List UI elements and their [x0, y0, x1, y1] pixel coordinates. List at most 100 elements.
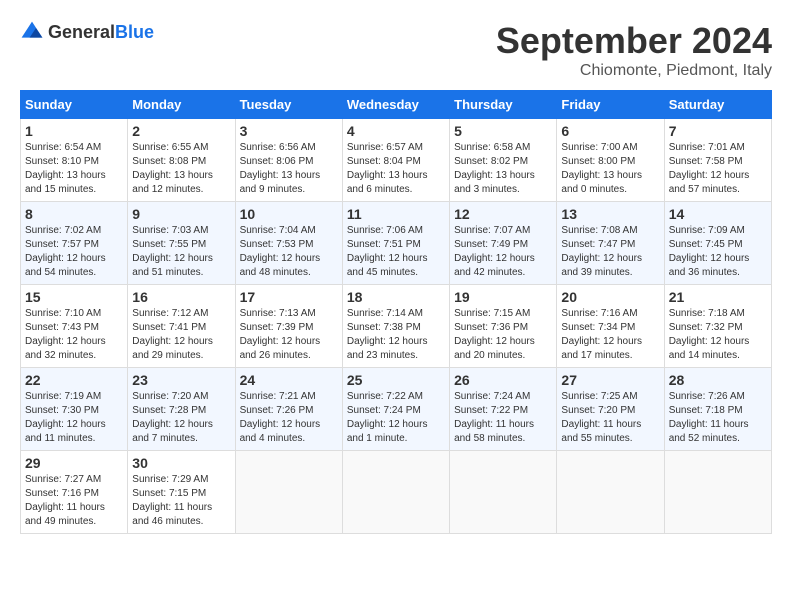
day-number: 11 — [347, 206, 445, 222]
calendar-day-cell: 9 Sunrise: 7:03 AM Sunset: 7:55 PM Daylig… — [128, 202, 235, 285]
calendar-week-row: 15 Sunrise: 7:10 AM Sunset: 7:43 PM Dayli… — [21, 285, 772, 368]
day-number: 24 — [240, 372, 338, 388]
day-number: 3 — [240, 123, 338, 139]
column-header-thursday: Thursday — [450, 91, 557, 119]
day-info: Sunrise: 7:19 AM Sunset: 7:30 PM Dayligh… — [25, 390, 123, 446]
day-info: Sunrise: 7:10 AM Sunset: 7:43 PM Dayligh… — [25, 307, 123, 363]
calendar-day-cell — [450, 451, 557, 534]
calendar-table: SundayMondayTuesdayWednesdayThursdayFrid… — [20, 90, 772, 534]
day-info: Sunrise: 6:57 AM Sunset: 8:04 PM Dayligh… — [347, 141, 445, 197]
day-info: Sunrise: 7:09 AM Sunset: 7:45 PM Dayligh… — [669, 224, 767, 280]
day-info: Sunrise: 6:56 AM Sunset: 8:06 PM Dayligh… — [240, 141, 338, 197]
calendar-day-cell: 24 Sunrise: 7:21 AM Sunset: 7:26 PM Dayli… — [235, 368, 342, 451]
calendar-day-cell: 30 Sunrise: 7:29 AM Sunset: 7:15 PM Dayli… — [128, 451, 235, 534]
day-number: 8 — [25, 206, 123, 222]
day-info: Sunrise: 7:26 AM Sunset: 7:18 PM Dayligh… — [669, 390, 767, 446]
calendar-day-cell: 14 Sunrise: 7:09 AM Sunset: 7:45 PM Dayli… — [664, 202, 771, 285]
calendar-day-cell: 5 Sunrise: 6:58 AM Sunset: 8:02 PM Daylig… — [450, 119, 557, 202]
day-info: Sunrise: 7:20 AM Sunset: 7:28 PM Dayligh… — [132, 390, 230, 446]
day-number: 18 — [347, 289, 445, 305]
location-title: Chiomonte, Piedmont, Italy — [496, 62, 772, 80]
calendar-day-cell: 18 Sunrise: 7:14 AM Sunset: 7:38 PM Dayli… — [342, 285, 449, 368]
calendar-day-cell: 10 Sunrise: 7:04 AM Sunset: 7:53 PM Dayli… — [235, 202, 342, 285]
calendar-day-cell: 25Sunrise: 7:22 AM Sunset: 7:24 PM Dayli… — [342, 368, 449, 451]
column-header-wednesday: Wednesday — [342, 91, 449, 119]
day-info: Sunrise: 7:16 AM Sunset: 7:34 PM Dayligh… — [561, 307, 659, 363]
column-header-saturday: Saturday — [664, 91, 771, 119]
day-number: 4 — [347, 123, 445, 139]
calendar-day-cell: 19 Sunrise: 7:15 AM Sunset: 7:36 PM Dayli… — [450, 285, 557, 368]
column-header-monday: Monday — [128, 91, 235, 119]
calendar-day-cell: 6Sunrise: 7:00 AM Sunset: 8:00 PM Daylig… — [557, 119, 664, 202]
calendar-day-cell — [557, 451, 664, 534]
day-number: 12 — [454, 206, 552, 222]
calendar-day-cell: 3 Sunrise: 6:56 AM Sunset: 8:06 PM Daylig… — [235, 119, 342, 202]
calendar-day-cell: 27Sunrise: 7:25 AM Sunset: 7:20 PM Dayli… — [557, 368, 664, 451]
day-number: 16 — [132, 289, 230, 305]
calendar-day-cell: 22 Sunrise: 7:19 AM Sunset: 7:30 PM Dayli… — [21, 368, 128, 451]
day-number: 27 — [561, 372, 659, 388]
day-info: Sunrise: 7:15 AM Sunset: 7:36 PM Dayligh… — [454, 307, 552, 363]
calendar-day-cell: 12 Sunrise: 7:07 AM Sunset: 7:49 PM Dayli… — [450, 202, 557, 285]
calendar-day-cell: 13 Sunrise: 7:08 AM Sunset: 7:47 PM Dayli… — [557, 202, 664, 285]
day-number: 30 — [132, 455, 230, 471]
day-number: 2 — [132, 123, 230, 139]
day-number: 17 — [240, 289, 338, 305]
header: GeneralBlue September 2024 Chiomonte, Pi… — [20, 20, 772, 80]
calendar-day-cell: 26Sunrise: 7:24 AM Sunset: 7:22 PM Dayli… — [450, 368, 557, 451]
day-number: 22 — [25, 372, 123, 388]
day-info: Sunrise: 7:27 AM Sunset: 7:16 PM Dayligh… — [25, 473, 123, 529]
logo-icon — [20, 20, 44, 44]
calendar-day-cell — [235, 451, 342, 534]
day-number: 29 — [25, 455, 123, 471]
day-info: Sunrise: 6:54 AM Sunset: 8:10 PM Dayligh… — [25, 141, 123, 197]
day-number: 25 — [347, 372, 445, 388]
calendar-day-cell: 8 Sunrise: 7:02 AM Sunset: 7:57 PM Daylig… — [21, 202, 128, 285]
calendar-day-cell: 20 Sunrise: 7:16 AM Sunset: 7:34 PM Dayli… — [557, 285, 664, 368]
day-number: 9 — [132, 206, 230, 222]
title-area: September 2024 Chiomonte, Piedmont, Ital… — [496, 20, 772, 80]
calendar-day-cell: 7Sunrise: 7:01 AM Sunset: 7:58 PM Daylig… — [664, 119, 771, 202]
day-info: Sunrise: 7:14 AM Sunset: 7:38 PM Dayligh… — [347, 307, 445, 363]
calendar-header-row: SundayMondayTuesdayWednesdayThursdayFrid… — [21, 91, 772, 119]
calendar-week-row: 22 Sunrise: 7:19 AM Sunset: 7:30 PM Dayli… — [21, 368, 772, 451]
calendar-day-cell: 21 Sunrise: 7:18 AM Sunset: 7:32 PM Dayli… — [664, 285, 771, 368]
day-info: Sunrise: 7:07 AM Sunset: 7:49 PM Dayligh… — [454, 224, 552, 280]
day-info: Sunrise: 7:08 AM Sunset: 7:47 PM Dayligh… — [561, 224, 659, 280]
calendar-day-cell: 17 Sunrise: 7:13 AM Sunset: 7:39 PM Dayli… — [235, 285, 342, 368]
day-number: 15 — [25, 289, 123, 305]
calendar-week-row: 1Sunrise: 6:54 AM Sunset: 8:10 PM Daylig… — [21, 119, 772, 202]
day-info: Sunrise: 7:03 AM Sunset: 7:55 PM Dayligh… — [132, 224, 230, 280]
calendar-day-cell: 23 Sunrise: 7:20 AM Sunset: 7:28 PM Dayli… — [128, 368, 235, 451]
column-header-friday: Friday — [557, 91, 664, 119]
day-info: Sunrise: 7:18 AM Sunset: 7:32 PM Dayligh… — [669, 307, 767, 363]
day-number: 21 — [669, 289, 767, 305]
day-number: 14 — [669, 206, 767, 222]
day-info: Sunrise: 7:21 AM Sunset: 7:26 PM Dayligh… — [240, 390, 338, 446]
day-info: Sunrise: 6:58 AM Sunset: 8:02 PM Dayligh… — [454, 141, 552, 197]
day-number: 7 — [669, 123, 767, 139]
calendar-day-cell: 1Sunrise: 6:54 AM Sunset: 8:10 PM Daylig… — [21, 119, 128, 202]
day-number: 10 — [240, 206, 338, 222]
day-info: Sunrise: 7:04 AM Sunset: 7:53 PM Dayligh… — [240, 224, 338, 280]
day-info: Sunrise: 7:29 AM Sunset: 7:15 PM Dayligh… — [132, 473, 230, 529]
day-number: 5 — [454, 123, 552, 139]
logo: GeneralBlue — [20, 20, 154, 44]
day-info: Sunrise: 7:02 AM Sunset: 7:57 PM Dayligh… — [25, 224, 123, 280]
day-number: 13 — [561, 206, 659, 222]
column-header-sunday: Sunday — [21, 91, 128, 119]
logo-general: General — [48, 22, 115, 42]
day-number: 20 — [561, 289, 659, 305]
calendar-week-row: 8 Sunrise: 7:02 AM Sunset: 7:57 PM Daylig… — [21, 202, 772, 285]
calendar-week-row: 29 Sunrise: 7:27 AM Sunset: 7:16 PM Dayli… — [21, 451, 772, 534]
day-info: Sunrise: 7:13 AM Sunset: 7:39 PM Dayligh… — [240, 307, 338, 363]
logo-blue: Blue — [115, 22, 154, 42]
day-info: Sunrise: 7:06 AM Sunset: 7:51 PM Dayligh… — [347, 224, 445, 280]
calendar-day-cell: 4 Sunrise: 6:57 AM Sunset: 8:04 PM Daylig… — [342, 119, 449, 202]
day-info: Sunrise: 6:55 AM Sunset: 8:08 PM Dayligh… — [132, 141, 230, 197]
day-number: 28 — [669, 372, 767, 388]
day-number: 19 — [454, 289, 552, 305]
day-number: 26 — [454, 372, 552, 388]
calendar-day-cell: 2 Sunrise: 6:55 AM Sunset: 8:08 PM Daylig… — [128, 119, 235, 202]
day-number: 23 — [132, 372, 230, 388]
